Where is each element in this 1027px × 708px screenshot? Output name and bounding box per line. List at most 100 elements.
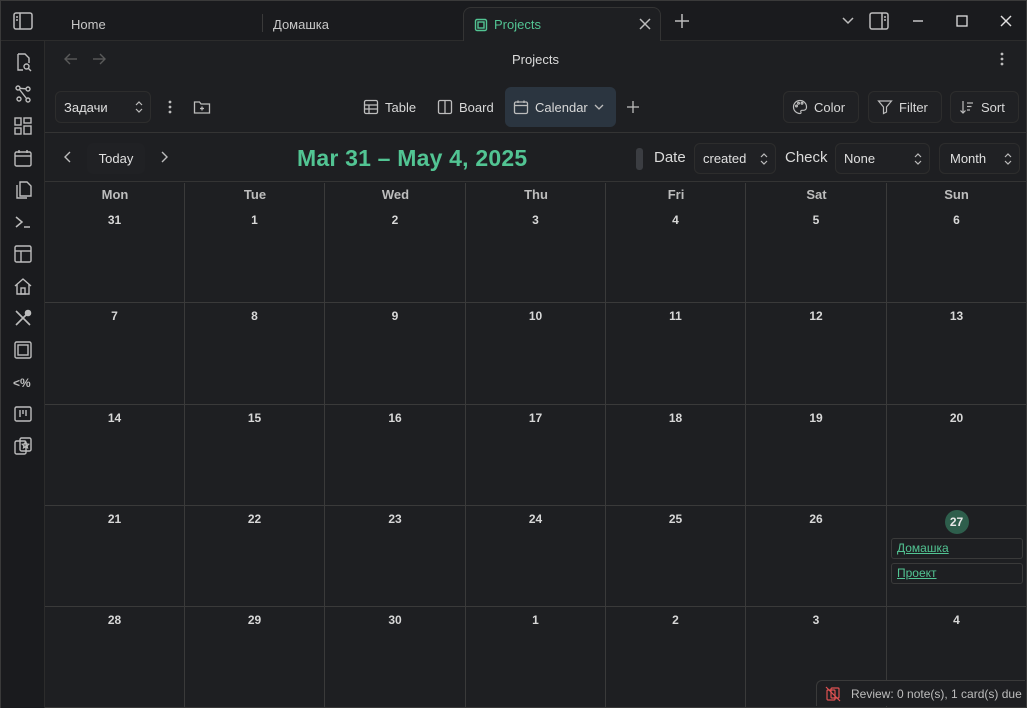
calendar-day-cell[interactable]: 11 [606,303,746,405]
calendar-day-cell[interactable]: 25 [606,506,746,607]
terminal-icon[interactable] [13,212,33,232]
calendar-day-cell[interactable]: 26 [746,506,887,607]
base-select[interactable]: Задачи [55,91,151,123]
close-icon[interactable] [638,17,652,31]
calendar-day-cell[interactable]: 7 [45,303,185,405]
period-select[interactable]: Month [939,143,1020,174]
right-sidebar-icon[interactable] [869,11,889,31]
more-options-icon[interactable] [994,51,1010,67]
minimize-icon[interactable] [908,11,928,31]
table-icon [363,99,379,115]
view-tab-table[interactable]: Table [355,91,424,123]
grid-icon[interactable] [13,116,33,136]
chevron-right-icon[interactable] [158,151,170,163]
base-icon [474,18,488,31]
day-number: 12 [809,309,823,323]
calendar-day-cell[interactable]: 27 Домашка Проект [887,506,1026,607]
color-button[interactable]: Color [783,91,859,123]
calendar-day-cell[interactable]: 3 [466,183,606,303]
day-number: 28 [107,613,122,627]
base-select-value: Задачи [64,99,108,115]
day-number: 1 [532,613,539,627]
day-number: 24 [528,512,543,526]
date-field-value: created [703,151,747,166]
tab-domashka[interactable]: Домашка [263,7,461,41]
calendar-day-cell[interactable]: 28 [45,607,185,708]
template-icon[interactable]: <% [13,372,33,392]
filter-button[interactable]: Filter [868,91,942,123]
add-view-icon[interactable] [625,99,641,115]
files-icon[interactable] [13,180,33,200]
calendar-day-cell[interactable]: 12 [746,303,887,405]
calendar-event[interactable]: Домашка [891,538,1023,559]
calendar-day-cell[interactable]: 1 [185,183,325,303]
new-tab-icon[interactable] [673,12,691,30]
calendar-day-cell[interactable]: 10 [466,303,606,405]
day-number: 22 [247,512,262,526]
calendar-day-cell[interactable]: 16 [325,405,466,506]
today-label: Today [98,151,134,166]
day-number: 14 [107,411,122,425]
calendar-day-cell[interactable]: 5 [746,183,887,303]
drag-handle[interactable] [636,148,643,170]
day-number: 1 [251,213,258,227]
view-tab-calendar[interactable]: Calendar [505,87,616,127]
new-folder-icon[interactable] [193,98,211,116]
chevron-down-icon[interactable] [838,11,858,31]
palette-icon [792,99,808,115]
file-search-icon[interactable] [13,52,33,72]
calendar-day-cell[interactable]: 8 [185,303,325,405]
day-number: 31 [107,213,122,227]
layout-icon[interactable] [13,244,33,264]
calendar-day-cell[interactable]: 9 [325,303,466,405]
today-button[interactable]: Today [87,143,145,174]
kanban-icon[interactable] [13,404,33,424]
sort-button[interactable]: Sort [950,91,1019,123]
calendar-day-cell[interactable]: 2 [606,607,746,708]
calendar-day-cell[interactable]: 13 [887,303,1026,405]
maximize-icon[interactable] [952,11,972,31]
day-number: 18 [668,411,683,425]
layers-icon[interactable] [13,340,33,360]
tab-home[interactable]: Home [61,7,261,41]
calendar-day-cell[interactable]: 30 [325,607,466,708]
calendar-event[interactable]: Проект [891,563,1023,584]
day-number: 11 [669,309,682,323]
calendar-day-cell[interactable]: 6 [887,183,1026,303]
tools-icon[interactable] [13,308,33,328]
calendar-day-cell[interactable]: 17 [466,405,606,506]
calendar-day-cell[interactable]: 23 [325,506,466,607]
more-options-icon[interactable] [162,99,178,115]
home-icon[interactable] [13,276,33,296]
view-tab-board[interactable]: Board [429,91,502,123]
calendar-icon[interactable] [13,148,33,168]
calendar-day-cell[interactable]: 2 [325,183,466,303]
updown-chevron-icon [135,101,143,113]
calendar-day-cell[interactable]: 22 [185,506,325,607]
sort-label: Sort [981,99,1005,115]
close-window-icon[interactable] [996,11,1016,31]
tab-projects[interactable]: Projects [463,7,661,41]
graph-icon[interactable] [13,84,33,104]
calendar-day-cell[interactable]: 15 [185,405,325,506]
calendar-day-cell[interactable]: 21 [45,506,185,607]
calendar-day-cell[interactable]: 14 [45,405,185,506]
flashcards-review-icon[interactable] [825,686,841,702]
day-number: 4 [953,613,960,627]
flashcards-icon[interactable] [13,436,33,456]
calendar-day-cell[interactable]: 1 [466,607,606,708]
calendar-day-cell[interactable]: 19 [746,405,887,506]
calendar-day-cell[interactable]: 24 [466,506,606,607]
left-ribbon: <% [1,41,45,708]
calendar-grid: Mon Tue Wed Thu Fri Sat Sun 31 1 2 3 4 5 6 7 8 9 10 11 12 13… [45,183,1026,708]
chevron-left-icon[interactable] [62,151,74,163]
check-field-select[interactable]: None [835,143,930,174]
calendar-day-cell[interactable]: 20 [887,405,1026,506]
calendar-day-cell[interactable]: 18 [606,405,746,506]
calendar-day-cell[interactable]: 29 [185,607,325,708]
calendar-day-cell[interactable]: 31 [45,183,185,303]
calendar-day-cell[interactable]: 4 [606,183,746,303]
sidebar-toggle-icon[interactable] [13,12,33,30]
date-field-select[interactable]: created [694,143,776,174]
check-field-value: None [844,151,876,166]
